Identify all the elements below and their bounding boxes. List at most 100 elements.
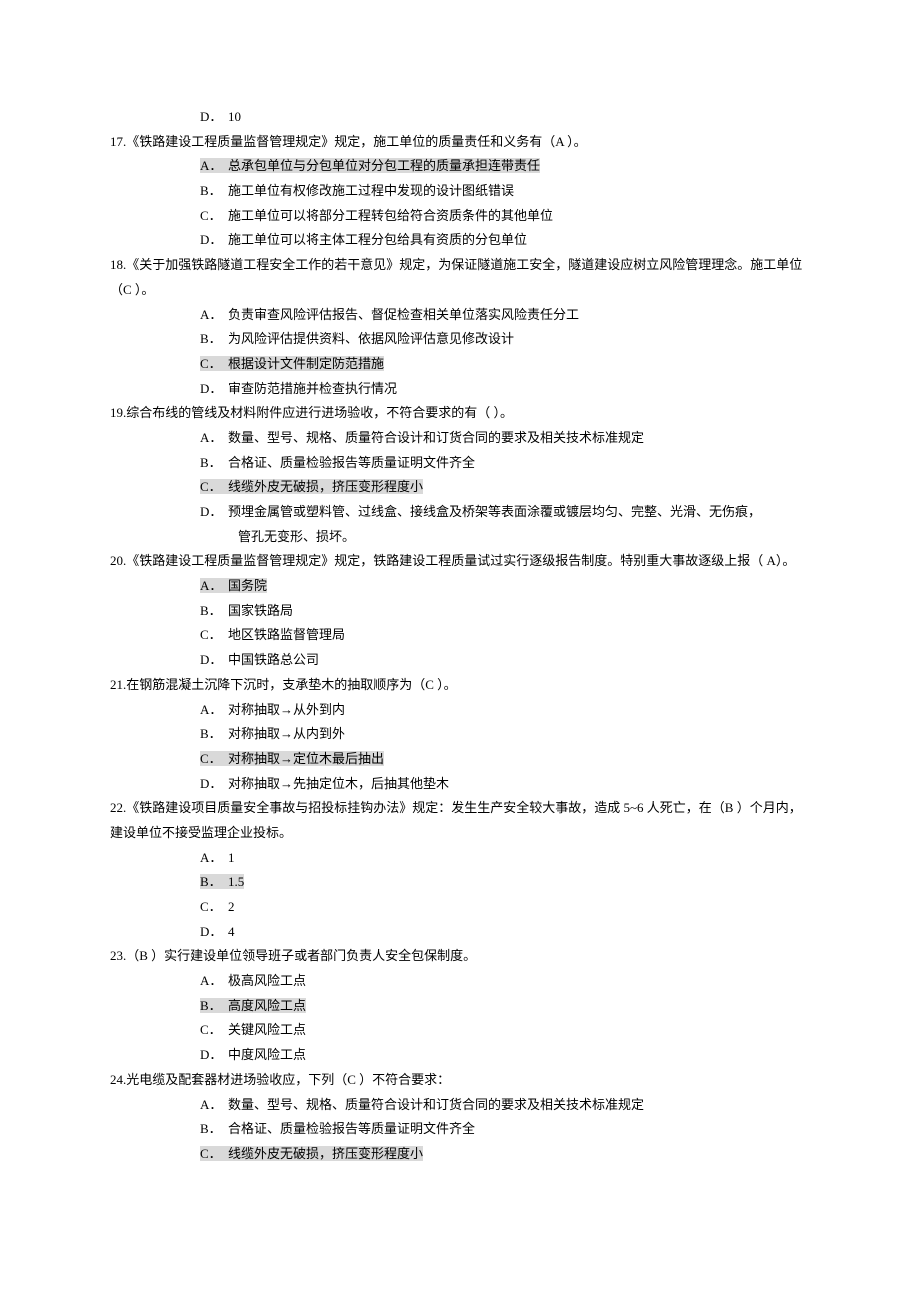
option-label: D． (200, 500, 228, 525)
question-18-stem: 18.《关于加强铁路隧道工程安全工作的若干意见》规定，为保证隧道施工安全，隧道建… (110, 253, 810, 302)
question-23-stem: 23.（B ）实行建设单位领导班子或者部门负责人安全包保制度。 (110, 944, 810, 969)
option-q19-c: C．线缆外皮无破损，挤压变形程度小 (110, 475, 810, 500)
option-text: 国家铁路局 (228, 603, 293, 618)
option-text: 地区铁路监督管理局 (228, 627, 345, 642)
option-label: D． (200, 105, 228, 130)
option-q24-c: C．线缆外皮无破损，挤压变形程度小 (110, 1142, 810, 1167)
option-label: C． (200, 475, 228, 500)
option-text: 合格证、质量检验报告等质量证明文件齐全 (228, 455, 475, 470)
option-q22-b: B．1.5 (110, 870, 810, 895)
option-label: A． (200, 426, 228, 451)
option-label: B． (200, 599, 228, 624)
option-label: A． (200, 154, 228, 179)
option-label: D． (200, 377, 228, 402)
option-q23-a: A．极高风险工点 (110, 969, 810, 994)
option-label: B． (200, 179, 228, 204)
option-text: 数量、型号、规格、质量符合设计和订货合同的要求及相关技术标准规定 (228, 1097, 644, 1112)
option-text: 10 (228, 109, 241, 124)
option-text: 国务院 (228, 578, 267, 593)
option-text: 预埋金属管或塑料管、过线盒、接线盒及桥架等表面涂覆或镀层均匀、完整、光滑、无伤痕… (228, 504, 761, 519)
option-label: B． (200, 451, 228, 476)
option-q21-c: C．对称抽取→定位木最后抽出 (110, 747, 810, 772)
option-label: C． (200, 1142, 228, 1167)
option-q22-d: D．4 (110, 920, 810, 945)
option-q23-c: C．关键风险工点 (110, 1018, 810, 1043)
option-label: B． (200, 870, 228, 895)
option-q23-b: B．高度风险工点 (110, 994, 810, 1019)
option-label: C． (200, 895, 228, 920)
option-q24-a: A．数量、型号、规格、质量符合设计和订货合同的要求及相关技术标准规定 (110, 1093, 810, 1118)
option-text: 对称抽取→从内到外 (228, 726, 345, 741)
option-text: 审查防范措施并检查执行情况 (228, 381, 397, 396)
option-q22-a: A．1 (110, 846, 810, 871)
option-q20-c: C．地区铁路监督管理局 (110, 623, 810, 648)
option-q17-d: D．施工单位可以将主体工程分包给具有资质的分包单位 (110, 228, 810, 253)
option-text: 施工单位可以将主体工程分包给具有资质的分包单位 (228, 232, 527, 247)
option-q24-b: B．合格证、质量检验报告等质量证明文件齐全 (110, 1117, 810, 1142)
option-label: B． (200, 722, 228, 747)
option-q20-d: D．中国铁路总公司 (110, 648, 810, 673)
option-label: C． (200, 623, 228, 648)
option-text: 施工单位可以将部分工程转包给符合资质条件的其他单位 (228, 208, 553, 223)
option-label: D． (200, 772, 228, 797)
question-24-stem: 24.光电缆及配套器材进场验收应，下列（C ）不符合要求： (110, 1068, 810, 1093)
option-q19-d: D．预埋金属管或塑料管、过线盒、接线盒及桥架等表面涂覆或镀层均匀、完整、光滑、无… (110, 500, 810, 525)
option-q17-b: B．施工单位有权修改施工过程中发现的设计图纸错误 (110, 179, 810, 204)
option-text: 极高风险工点 (228, 973, 306, 988)
option-label: C． (200, 747, 228, 772)
option-text: 高度风险工点 (228, 998, 306, 1013)
option-q17-c: C．施工单位可以将部分工程转包给符合资质条件的其他单位 (110, 204, 810, 229)
option-text: 1 (228, 850, 235, 865)
option-q21-d: D．对称抽取→先抽定位木，后抽其他垫木 (110, 772, 810, 797)
option-label: A． (200, 1093, 228, 1118)
option-q21-a: A．对称抽取→从外到内 (110, 698, 810, 723)
option-text: 施工单位有权修改施工过程中发现的设计图纸错误 (228, 183, 514, 198)
option-label: C． (200, 1018, 228, 1043)
option-q19-a: A．数量、型号、规格、质量符合设计和订货合同的要求及相关技术标准规定 (110, 426, 810, 451)
option-q21-b: B．对称抽取→从内到外 (110, 722, 810, 747)
question-21-stem: 21.在钢筋混凝土沉降下沉时，支承垫木的抽取顺序为（C ）。 (110, 673, 810, 698)
option-q18-a: A．负责审查风险评估报告、督促检查相关单位落实风险责任分工 (110, 303, 810, 328)
option-text: 4 (228, 924, 235, 939)
option-q20-b: B．国家铁路局 (110, 599, 810, 624)
question-19-stem: 19.综合布线的管线及材料附件应进行进场验收，不符合要求的有（ ）。 (110, 401, 810, 426)
option-label: B． (200, 994, 228, 1019)
option-label: C． (200, 204, 228, 229)
option-q19-d-cont: 管孔无变形、损坏。 (110, 525, 810, 550)
option-text: 中国铁路总公司 (228, 652, 319, 667)
option-text: 对称抽取→从外到内 (228, 702, 345, 717)
option-label: B． (200, 1117, 228, 1142)
option-label: D． (200, 648, 228, 673)
option-q18-d: D．审查防范措施并检查执行情况 (110, 377, 810, 402)
option-text: 负责审查风险评估报告、督促检查相关单位落实风险责任分工 (228, 307, 579, 322)
option-q23-d: D．中度风险工点 (110, 1043, 810, 1068)
option-label: D． (200, 1043, 228, 1068)
option-label: C． (200, 352, 228, 377)
option-text: 中度风险工点 (228, 1047, 306, 1062)
option-text: 对称抽取→定位木最后抽出 (228, 751, 384, 766)
question-20-stem: 20.《铁路建设工程质量监督管理规定》规定，铁路建设工程质量试过实行逐级报告制度… (110, 549, 810, 574)
option-label: D． (200, 920, 228, 945)
option-q17-a: A．总承包单位与分包单位对分包工程的质量承担连带责任 (110, 154, 810, 179)
option-q20-a: A．国务院 (110, 574, 810, 599)
option-q19-b: B．合格证、质量检验报告等质量证明文件齐全 (110, 451, 810, 476)
option-text: 为风险评估提供资料、依据风险评估意见修改设计 (228, 331, 514, 346)
option-label: A． (200, 574, 228, 599)
option-label: A． (200, 698, 228, 723)
option-text: 2 (228, 899, 235, 914)
option-label: A． (200, 846, 228, 871)
question-17-stem: 17.《铁路建设工程质量监督管理规定》规定，施工单位的质量责任和义务有（A ）。 (110, 130, 810, 155)
option-text: 根据设计文件制定防范措施 (228, 356, 384, 371)
option-label: A． (200, 303, 228, 328)
option-q16-d: D．10 (110, 105, 810, 130)
option-text: 关键风险工点 (228, 1022, 306, 1037)
option-text: 合格证、质量检验报告等质量证明文件齐全 (228, 1121, 475, 1136)
option-text: 总承包单位与分包单位对分包工程的质量承担连带责任 (228, 158, 540, 173)
option-label: D． (200, 228, 228, 253)
option-label: B． (200, 327, 228, 352)
question-22-stem: 22.《铁路建设项目质量安全事故与招投标挂钩办法》规定：发生生产安全较大事故，造… (110, 796, 810, 845)
option-label: A． (200, 969, 228, 994)
option-text: 对称抽取→先抽定位木，后抽其他垫木 (228, 776, 449, 791)
option-q18-c: C．根据设计文件制定防范措施 (110, 352, 810, 377)
option-text: 1.5 (228, 874, 244, 889)
